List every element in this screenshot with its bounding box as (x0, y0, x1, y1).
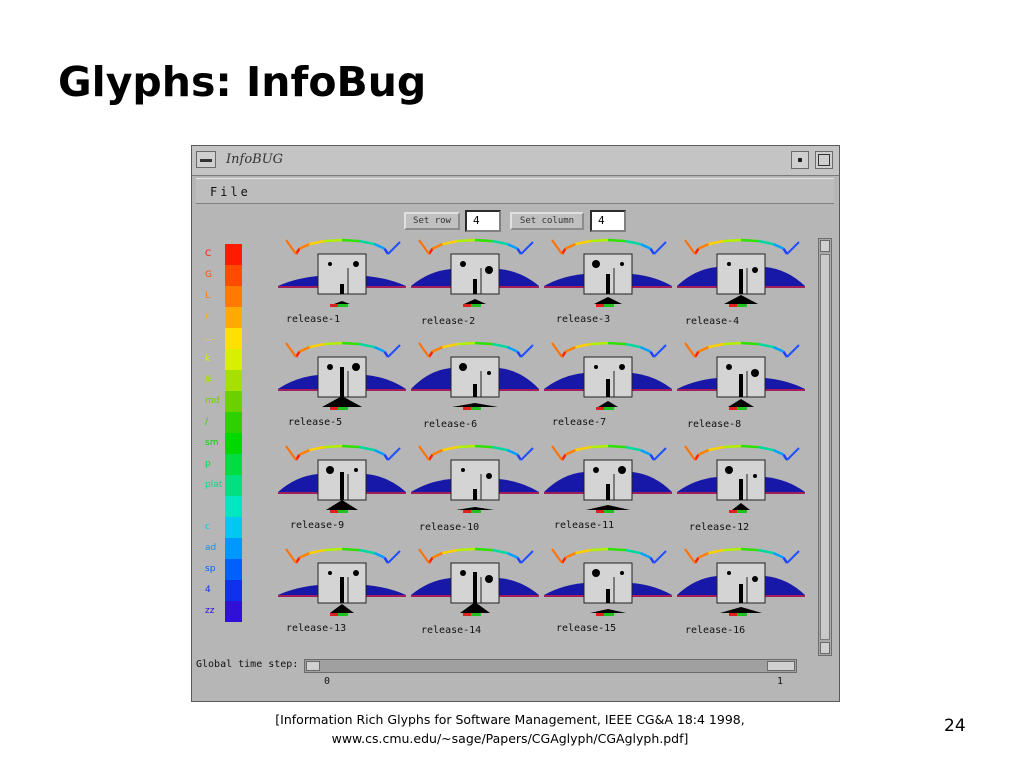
infobug-glyph (677, 444, 805, 513)
vertical-scroll-thumb[interactable] (820, 254, 830, 640)
legend-label: sm (205, 438, 219, 448)
legend-label: G (205, 270, 212, 280)
glyph-label: release-14 (421, 625, 482, 636)
glyph-cell[interactable]: release-2 (411, 232, 539, 332)
legend-label: ad (205, 543, 217, 553)
infobug-glyph (677, 341, 805, 410)
glyph-label: release-5 (288, 417, 343, 428)
legend-label: L (205, 291, 211, 301)
glyph-cell[interactable]: release-3 (544, 232, 672, 332)
glyph-cell[interactable]: release-6 (411, 335, 539, 435)
glyph-label: release-10 (419, 522, 480, 533)
slider-thumb[interactable] (767, 661, 795, 671)
legend-label: zz (205, 606, 215, 616)
legend-label: lk (205, 375, 213, 385)
glyph-label: release-2 (421, 316, 476, 327)
glyph-cell[interactable]: release-12 (677, 438, 805, 538)
infobug-glyph (278, 341, 406, 410)
glyph-cell[interactable]: release-11 (544, 438, 672, 538)
glyph-label: release-12 (689, 522, 750, 533)
legend-label: k (205, 354, 211, 364)
legend-label: plat (205, 480, 223, 490)
slide-title: Glyphs: InfoBug (58, 58, 427, 106)
legend-label: / (205, 417, 209, 427)
page-number: 24 (944, 716, 966, 736)
glyph-cell[interactable]: release-10 (411, 438, 539, 538)
glyph-grid: release-1 release-2 release-3 release-4 rele… (278, 232, 813, 642)
maximize-button[interactable] (815, 151, 833, 169)
slider-max-label: 1 (777, 676, 784, 687)
window-menu-icon (200, 159, 212, 162)
glyph-cell[interactable]: release-13 (278, 541, 406, 641)
slider-min-label: 0 (324, 676, 331, 687)
legend-label: ... (205, 333, 214, 343)
legend-label: md (205, 396, 220, 406)
legend-label: C (205, 249, 212, 259)
glyph-label: release-3 (556, 314, 611, 325)
glyph-label: release-7 (552, 417, 607, 428)
set-column-button[interactable]: Set column (510, 212, 584, 230)
infobug-glyph (544, 444, 672, 513)
window-titlebar[interactable]: InfoBUG (192, 146, 839, 176)
time-step-slider[interactable] (304, 659, 797, 673)
glyph-label: release-13 (286, 623, 347, 634)
glyph-cell[interactable]: release-14 (411, 541, 539, 641)
infobug-glyph (544, 547, 672, 616)
set-row-button[interactable]: Set row (404, 212, 460, 230)
glyph-label: release-4 (685, 316, 740, 327)
window-menu-button[interactable] (196, 151, 216, 168)
glyph-cell[interactable]: release-7 (544, 335, 672, 435)
legend-label: c (205, 522, 210, 532)
glyph-label: release-16 (685, 625, 746, 636)
infobug-glyph (411, 341, 539, 410)
glyph-label: release-8 (687, 419, 742, 430)
infobug-glyph (278, 444, 406, 513)
scroll-up-arrow-icon[interactable] (820, 240, 830, 252)
menu-file[interactable]: File (210, 185, 251, 199)
legend-label: sp (205, 564, 216, 574)
set-column-input[interactable]: 4 (590, 210, 626, 232)
glyph-cell[interactable]: release-9 (278, 438, 406, 538)
legend-label: r (205, 312, 209, 322)
maximize-icon (818, 154, 830, 166)
infobug-glyph (677, 238, 805, 307)
glyph-cell[interactable]: release-1 (278, 232, 406, 332)
infobug-glyph (278, 547, 406, 616)
time-step-label: Global time step: (196, 659, 299, 670)
infobug-glyph (677, 547, 805, 616)
glyph-cell[interactable]: release-16 (677, 541, 805, 641)
glyph-cell[interactable]: release-4 (677, 232, 805, 332)
infobug-glyph (544, 341, 672, 410)
glyph-label: release-1 (286, 314, 341, 325)
infobug-glyph (544, 238, 672, 307)
glyph-label: release-15 (556, 623, 617, 634)
window-title: InfoBUG (226, 152, 284, 167)
scroll-down-arrow-icon[interactable] (820, 642, 830, 654)
set-row-input[interactable]: 4 (465, 210, 501, 232)
legend-label: p (205, 459, 211, 469)
infobug-window: InfoBUG File Set row 4 Set column 4 C G Lr… (191, 145, 840, 702)
caption-line-2: www.cs.cmu.edu/~sage/Papers/CGAglyph/CGA… (331, 731, 689, 746)
glyph-label: release-9 (290, 520, 345, 531)
glyph-cell[interactable]: release-8 (677, 335, 805, 435)
vertical-scrollbar[interactable] (818, 238, 832, 656)
infobug-glyph (411, 238, 539, 307)
infobug-glyph (278, 238, 406, 307)
infobug-glyph (411, 444, 539, 513)
legend-swatch (225, 496, 242, 517)
glyph-cell[interactable]: release-5 (278, 335, 406, 435)
citation-caption: [Information Rich Glyphs for Software Ma… (200, 710, 820, 748)
minimize-icon (798, 158, 802, 162)
slider-left-arrow-icon[interactable] (306, 661, 320, 671)
menu-bar: File (196, 178, 834, 204)
minimize-button[interactable] (791, 151, 809, 169)
legend-label: 4 (205, 585, 211, 595)
infobug-glyph (411, 547, 539, 616)
caption-line-1: [Information Rich Glyphs for Software Ma… (275, 712, 745, 727)
glyph-label: release-11 (554, 520, 615, 531)
glyph-cell[interactable]: release-15 (544, 541, 672, 641)
glyph-label: release-6 (423, 419, 478, 430)
